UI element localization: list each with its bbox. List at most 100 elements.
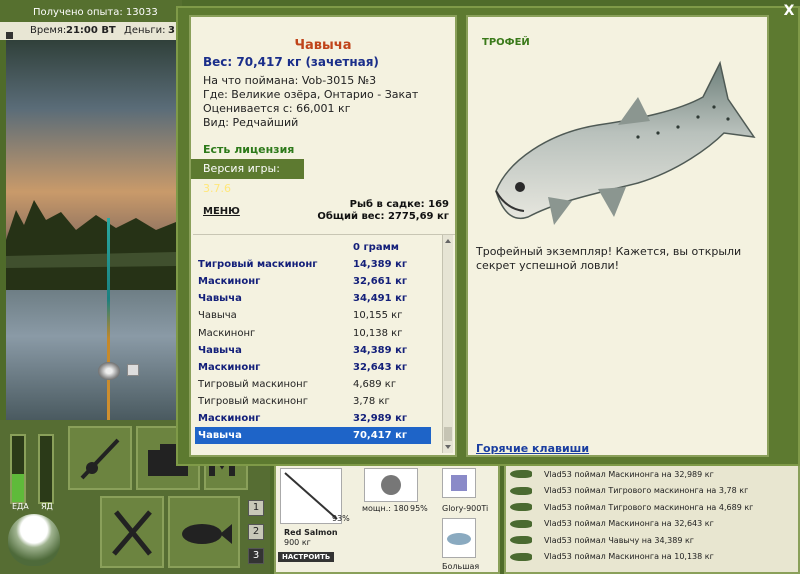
scroll-down-icon[interactable] — [445, 445, 451, 449]
version-value: 3.7.6 — [203, 182, 231, 195]
catch-row[interactable]: Чавыча 34,491 кг — [195, 290, 431, 307]
catch-fish-weight: 10,155 кг — [353, 310, 403, 322]
catch-fish-name: Маскинонг — [198, 413, 261, 424]
catch-fish-name: Чавыча — [198, 293, 242, 305]
bait-icon — [447, 533, 471, 545]
fish-weight: Вес: 70,417 кг (зачетная) — [203, 55, 379, 69]
catch-fish-weight: 4,689 кг — [353, 378, 397, 390]
treeline-image — [6, 200, 176, 290]
poison-meter — [38, 434, 54, 504]
bait-pot-icon[interactable] — [8, 514, 60, 566]
chat-line: Vlad53 поймал Маскинонга на 10,138 кг — [510, 549, 798, 566]
catch-list[interactable]: 0 грамм Тигровый маскинонг 14,389 кг Маскин… — [193, 234, 455, 454]
reel-slot[interactable] — [364, 468, 418, 502]
keepnet-summary: Рыб в садке: 169 Общий вес: 2775,69 кг — [317, 199, 449, 223]
food-meter-fill — [12, 474, 24, 502]
catch-fish-weight: 34,389 кг — [353, 344, 408, 356]
catch-row[interactable]: Тигровый маскинонг 14,389 кг — [195, 256, 431, 273]
line-percent: 93% — [332, 514, 350, 523]
lure-name: Glory-900Ti — [442, 504, 489, 513]
close-button[interactable]: X — [782, 4, 796, 18]
keepnet-count: Рыб в садке: 169 — [349, 199, 449, 210]
valued-from: Оценивается с: 66,001 кг — [203, 102, 351, 115]
fish-icon — [510, 486, 532, 495]
lure-icon — [451, 475, 467, 491]
keepnet-weight: Общий вес: 2775,69 кг — [317, 211, 449, 222]
version-label: Версия игры: — [203, 162, 280, 175]
catch-row[interactable]: Маскинонг 10,138 кг — [195, 325, 431, 342]
fishing-scene[interactable] — [6, 40, 176, 420]
trophy-message: Трофейный экземпляр! Кажется, вы открыли… — [476, 245, 742, 272]
catch-row[interactable]: Чавыча 70,417 кг — [195, 427, 431, 445]
bait-name: Большая — [442, 562, 480, 571]
catch-list-scrollbar[interactable] — [442, 235, 453, 453]
catch-fish-name: Чавыча — [198, 430, 242, 442]
hotkeys-link[interactable]: Горячие клавиши — [476, 442, 589, 455]
food-button[interactable] — [100, 496, 164, 568]
bait-slot[interactable] — [442, 518, 476, 558]
slot-3-button[interactable]: 3 — [248, 548, 264, 564]
catch-fish-weight: 34,491 кг — [353, 293, 408, 305]
reel-power: мощн.: 180 — [362, 504, 409, 513]
catch-fish-name: Тигровый маскинонг — [198, 378, 308, 390]
rods-button[interactable] — [68, 426, 132, 490]
catch-fish-name: Маскинонг — [198, 327, 256, 339]
license-status: Есть лицензия — [203, 143, 295, 156]
rod-icon — [80, 438, 120, 480]
fish-icon — [510, 470, 532, 479]
catch-row[interactable]: Маскинонг 32,643 кг — [195, 359, 431, 376]
chat-log: Vlad53 поймал Маскинонга на 32,989 кг Vl… — [504, 462, 800, 574]
catch-fish-weight: 32,643 кг — [353, 361, 408, 373]
lure-slot[interactable] — [442, 468, 476, 498]
fishing-rod[interactable] — [107, 218, 110, 420]
slot-1-button[interactable]: 1 — [248, 500, 264, 516]
catch-row[interactable]: Чавыча 10,155 кг — [195, 307, 431, 324]
line-name: Red Salmon — [284, 528, 338, 537]
catch-row[interactable]: Тигровый маскинонг 3,78 кг — [195, 393, 431, 410]
catch-fish-name: Чавыча — [198, 344, 242, 356]
fish-icon — [510, 552, 532, 561]
chat-line: Vlad53 поймал Маскинонга на 32,989 кг — [510, 466, 798, 483]
slot-2-button[interactable]: 2 — [248, 524, 264, 540]
fish-icon — [510, 503, 532, 512]
fish-icon — [510, 536, 532, 545]
catch-row[interactable]: 0 грамм — [195, 239, 431, 256]
catch-info-panel: Чавыча Вес: 70,417 кг (зачетная) На что … — [189, 15, 457, 457]
food-label: ЕДА — [12, 502, 29, 511]
xp-label: Получено опыта: 13033 — [33, 7, 158, 18]
catch-location: Где: Великие озёра, Онтарио - Закат — [203, 88, 419, 101]
catch-row[interactable]: Маскинонг 32,661 кг — [195, 273, 431, 290]
keepnet-button[interactable] — [168, 496, 240, 568]
scroll-up-icon[interactable] — [445, 239, 451, 243]
catch-row[interactable]: Чавыча 34,389 кг — [195, 342, 431, 359]
catch-fish-name: Тигровый маскинонг — [198, 259, 318, 271]
fish-icon — [182, 524, 232, 544]
time-label: Время: — [30, 25, 67, 36]
catch-fish-weight: 3,78 кг — [353, 395, 390, 407]
chat-line: Vlad53 поймал Чавычу на 34,389 кг — [510, 532, 798, 549]
catch-row[interactable]: Маскинонг 32,989 кг — [195, 410, 431, 427]
chat-line: Vlad53 поймал Тигрового маскинонга на 3,… — [510, 483, 798, 500]
chat-line: Vlad53 поймал Тигрового маскинонга на 4,… — [510, 499, 798, 516]
trophy-panel: ТРОФЕЙ Трофейный экземпляр! Кажется, вы … — [466, 15, 769, 457]
fish-name: Чавыча — [294, 38, 352, 53]
setup-button[interactable]: НАСТРОИТЬ — [278, 552, 335, 562]
money-label: Деньги: — [124, 25, 166, 36]
fork-knife-icon — [112, 510, 152, 556]
catch-fish-name: Тигровый маскинонг — [198, 395, 308, 407]
time-money-row: Время: 21:00 ВТ Деньги: 3 — [0, 22, 182, 40]
version-badge: Версия игры: 3.7.6 — [191, 159, 304, 195]
catch-fish-weight: 0 грамм — [353, 242, 399, 253]
catch-row[interactable]: Тигровый маскинонг 4,689 кг — [195, 376, 431, 393]
scroll-thumb[interactable] — [444, 427, 452, 441]
catch-fish-name: Чавыча — [198, 310, 237, 322]
line-test: 900 кг — [284, 538, 311, 547]
food-meter — [10, 434, 26, 504]
reel-toggle-button[interactable] — [127, 364, 139, 376]
caught-with: На что поймана: Vob-3015 №3 — [203, 74, 377, 87]
fish-icon — [510, 519, 532, 528]
menu-link[interactable]: МЕНЮ — [203, 206, 240, 217]
catch-fish-name: Маскинонг — [198, 361, 261, 373]
chat-line: Vlad53 поймал Маскинонга на 32,643 кг — [510, 516, 798, 533]
reel-icon[interactable] — [98, 362, 120, 380]
